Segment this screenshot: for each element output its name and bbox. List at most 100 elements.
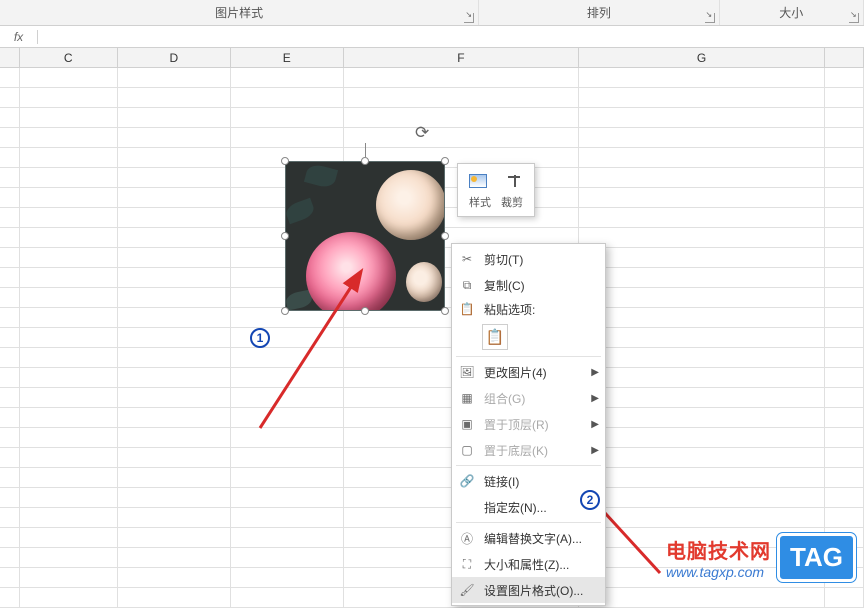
cell[interactable]: [344, 128, 580, 147]
table-row[interactable]: [0, 88, 864, 108]
cell[interactable]: [20, 548, 118, 567]
resize-handle[interactable]: [441, 157, 449, 165]
cell[interactable]: [0, 148, 20, 167]
cell[interactable]: [20, 468, 118, 487]
cell[interactable]: [0, 348, 20, 367]
cell[interactable]: [118, 468, 231, 487]
cell[interactable]: [118, 408, 231, 427]
cell[interactable]: [825, 448, 864, 467]
cell[interactable]: [825, 328, 864, 347]
formula-input[interactable]: [38, 26, 864, 47]
mini-style-label[interactable]: 样式: [469, 194, 491, 210]
col-header[interactable]: C: [20, 48, 118, 67]
cell[interactable]: [344, 88, 580, 107]
cell[interactable]: [118, 348, 231, 367]
cell[interactable]: [20, 148, 118, 167]
cell[interactable]: [118, 248, 231, 267]
cell[interactable]: [118, 568, 231, 587]
cell[interactable]: [579, 108, 824, 127]
cell[interactable]: [579, 168, 824, 187]
cell[interactable]: [579, 348, 824, 367]
cell[interactable]: [231, 528, 344, 547]
cell[interactable]: [0, 488, 20, 507]
col-header[interactable]: G: [579, 48, 824, 67]
cell[interactable]: [0, 528, 20, 547]
cell[interactable]: [231, 488, 344, 507]
cell[interactable]: [118, 128, 231, 147]
cell[interactable]: [0, 328, 20, 347]
cell[interactable]: [579, 268, 824, 287]
table-row[interactable]: [0, 388, 864, 408]
cell[interactable]: [825, 88, 864, 107]
cell[interactable]: [0, 248, 20, 267]
cell[interactable]: [344, 68, 580, 87]
cell[interactable]: [231, 468, 344, 487]
table-row[interactable]: [0, 308, 864, 328]
cell[interactable]: [825, 168, 864, 187]
cell[interactable]: [825, 408, 864, 427]
cell[interactable]: [118, 88, 231, 107]
cell[interactable]: [579, 248, 824, 267]
dialog-launcher-icon[interactable]: [705, 13, 715, 23]
cell[interactable]: [118, 488, 231, 507]
dialog-launcher-icon[interactable]: [849, 13, 859, 23]
table-row[interactable]: [0, 508, 864, 528]
cell[interactable]: [118, 308, 231, 327]
grid-rows[interactable]: // placeholder; real rows injected below: [0, 68, 864, 590]
cell[interactable]: [118, 188, 231, 207]
table-row[interactable]: [0, 408, 864, 428]
cell[interactable]: [579, 128, 824, 147]
cell[interactable]: [20, 328, 118, 347]
cell[interactable]: [20, 368, 118, 387]
cell[interactable]: [825, 268, 864, 287]
cell[interactable]: [0, 508, 20, 527]
cell[interactable]: [579, 188, 824, 207]
col-header[interactable]: [0, 48, 20, 67]
table-row[interactable]: [0, 428, 864, 448]
cell[interactable]: [118, 288, 231, 307]
cell[interactable]: [0, 548, 20, 567]
cell[interactable]: [20, 528, 118, 547]
cell[interactable]: [579, 88, 824, 107]
cell[interactable]: [825, 588, 864, 607]
cell[interactable]: [0, 588, 20, 607]
cell[interactable]: [20, 68, 118, 87]
cell[interactable]: [579, 588, 824, 607]
resize-handle[interactable]: [361, 157, 369, 165]
cell[interactable]: [825, 108, 864, 127]
cell[interactable]: [20, 568, 118, 587]
cell[interactable]: [579, 328, 824, 347]
cell[interactable]: [0, 308, 20, 327]
cell[interactable]: [825, 348, 864, 367]
cell[interactable]: [118, 548, 231, 567]
cell[interactable]: [231, 128, 344, 147]
cell[interactable]: [825, 288, 864, 307]
cell[interactable]: [825, 388, 864, 407]
cell[interactable]: [231, 108, 344, 127]
resize-handle[interactable]: [281, 232, 289, 240]
cell[interactable]: [231, 508, 344, 527]
cell[interactable]: [20, 348, 118, 367]
cell[interactable]: [825, 508, 864, 527]
dialog-launcher-icon[interactable]: [464, 13, 474, 23]
cell[interactable]: [118, 208, 231, 227]
cell[interactable]: [0, 408, 20, 427]
cell[interactable]: [20, 228, 118, 247]
cell[interactable]: [825, 68, 864, 87]
cell[interactable]: [231, 68, 344, 87]
col-header[interactable]: D: [118, 48, 231, 67]
table-row[interactable]: [0, 448, 864, 468]
cell[interactable]: [0, 428, 20, 447]
col-header[interactable]: [825, 48, 864, 67]
cell[interactable]: [118, 388, 231, 407]
ctx-copy[interactable]: ⧉ 复制(C): [452, 272, 605, 298]
cell[interactable]: [20, 188, 118, 207]
cell[interactable]: [20, 88, 118, 107]
cell[interactable]: [579, 388, 824, 407]
cell[interactable]: [825, 188, 864, 207]
spreadsheet-grid[interactable]: C D E F G // placeholder; real rows inje…: [0, 48, 864, 590]
cell[interactable]: [0, 128, 20, 147]
cell[interactable]: [825, 148, 864, 167]
cell[interactable]: [825, 208, 864, 227]
cell[interactable]: [825, 228, 864, 247]
